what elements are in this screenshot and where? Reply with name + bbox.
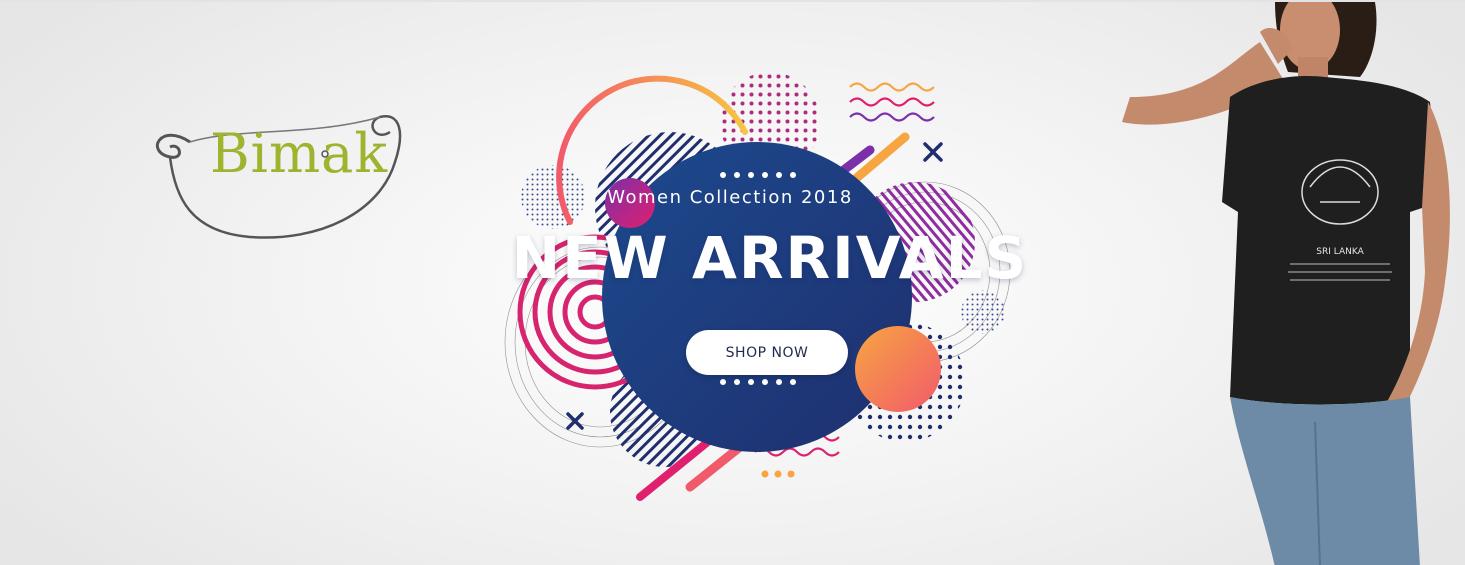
shop-now-button[interactable]: SHOP NOW xyxy=(686,330,848,375)
logo-text: Bimak xyxy=(210,122,389,185)
brand-logo[interactable]: Bimak xyxy=(150,102,415,247)
collection-subtitle: Women Collection 2018 xyxy=(607,187,853,208)
tshirt-print-caption: SRI LANKA xyxy=(1316,247,1364,257)
new-arrivals-headline: NEW ARRIVALS xyxy=(511,224,1029,292)
hero-banner: Bimak Women Collection 2018 NEW ARRIVALS… xyxy=(0,0,1465,565)
promo-artwork xyxy=(504,72,1011,501)
model-photo: SRI LANKA xyxy=(1122,2,1450,565)
